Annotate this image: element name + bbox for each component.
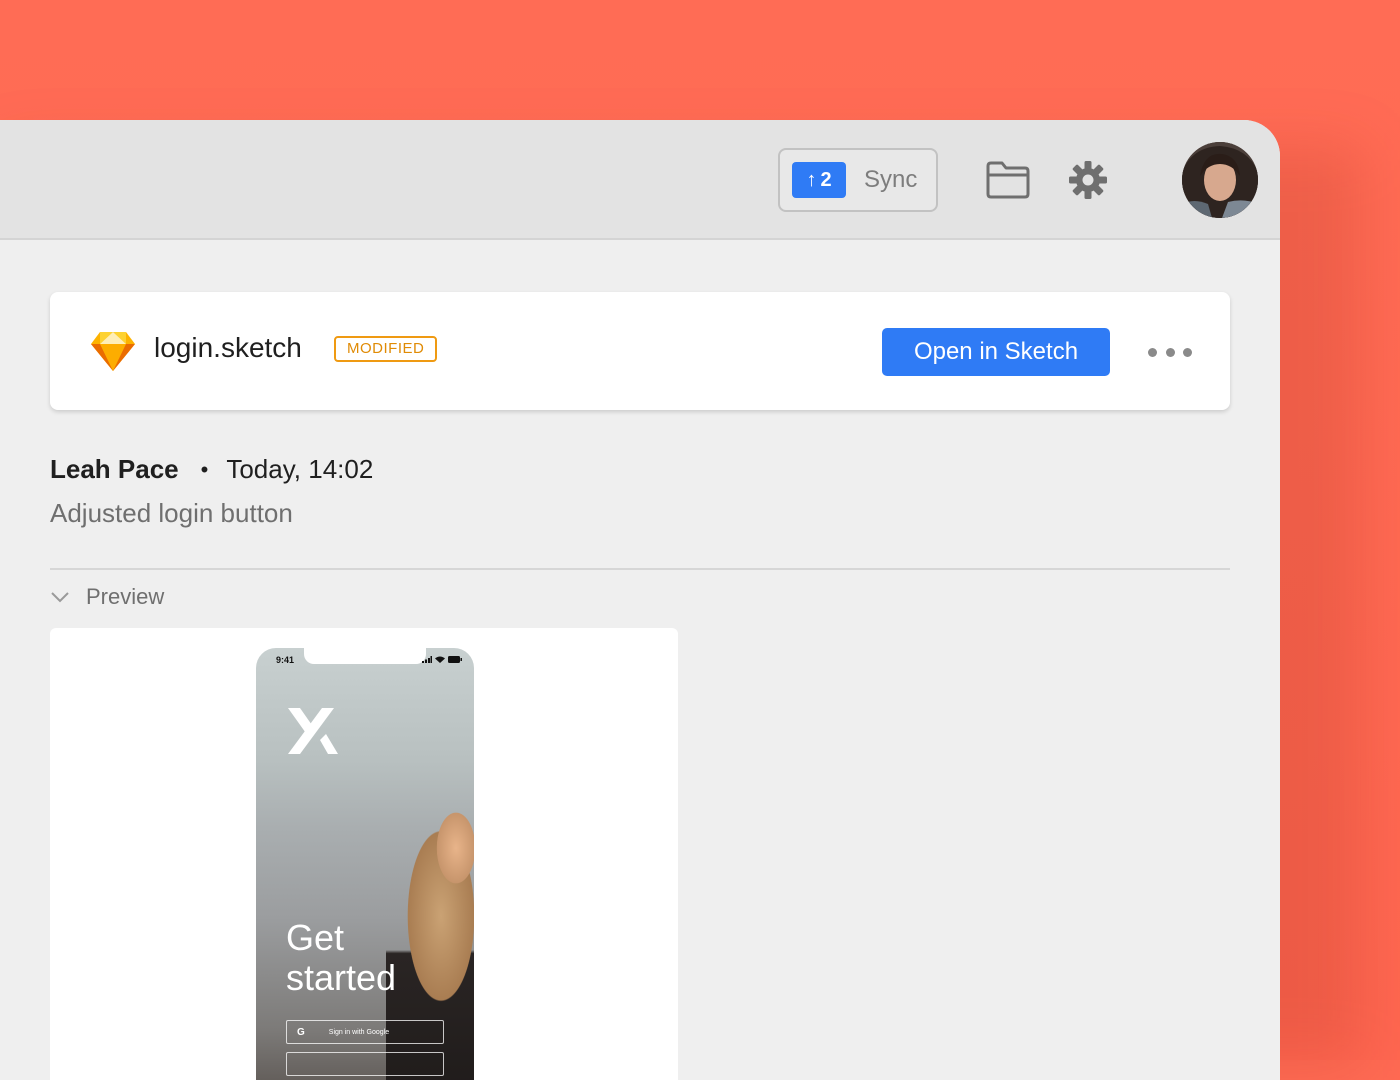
commit-author: Leah Pace (50, 454, 179, 484)
file-card: login.sketch MODIFIED Open in Sketch (50, 292, 1230, 410)
commit-message: Adjusted login button (50, 498, 293, 528)
app-logo-icon (288, 708, 338, 754)
signal-icon (422, 656, 432, 663)
secondary-signin-button (286, 1052, 444, 1076)
avatar-photo (1182, 142, 1258, 218)
sketch-diamond-icon (91, 332, 135, 371)
more-dot-icon (1165, 347, 1175, 357)
gear-icon[interactable] (1068, 160, 1108, 200)
more-options-button[interactable] (1148, 342, 1192, 362)
more-dot-icon (1148, 347, 1157, 357)
status-icons (422, 656, 462, 663)
commit-meta: Leah Pace • Today, 14:02 (50, 454, 373, 485)
preview-label: Preview (86, 584, 165, 609)
preview-headline: Get started (286, 918, 466, 998)
file-name: login.sketch (154, 332, 302, 363)
chevron-down-icon (51, 592, 69, 603)
wifi-icon (435, 656, 445, 663)
pending-count: 2 (820, 168, 832, 191)
user-avatar[interactable] (1182, 142, 1258, 218)
status-badge: MODIFIED (334, 336, 438, 362)
pending-changes-badge: ↑ 2 (792, 162, 846, 198)
status-time: 9:41 (276, 655, 295, 665)
google-signin-button: G Sign in with Google (286, 1020, 444, 1044)
commit-timestamp: Today, 14:02 (226, 454, 374, 484)
preview-panel: 9:41 Get started G Sign in with Google (50, 628, 678, 1080)
upload-arrow-icon: ↑ (806, 168, 817, 191)
google-icon: G (297, 1026, 305, 1038)
section-divider (50, 568, 1230, 570)
sync-button[interactable]: ↑ 2 Sync (778, 148, 938, 212)
open-in-sketch-button[interactable]: Open in Sketch (882, 328, 1110, 376)
preview-toggle[interactable]: Preview (50, 584, 164, 610)
sync-label: Sync (864, 166, 918, 193)
headline-line-2: started (286, 957, 397, 998)
folder-icon[interactable] (985, 160, 1031, 200)
phone-notch (304, 648, 426, 664)
headline-line-1: Get (286, 917, 345, 958)
meta-separator: • (200, 456, 209, 482)
more-dot-icon (1183, 347, 1192, 357)
google-signin-label: Sign in with Google (328, 1028, 390, 1036)
battery-icon (448, 656, 462, 663)
toolbar: ↑ 2 Sync (0, 120, 1280, 240)
app-window: ↑ 2 Sync login.sketch MODIFIED Open in S… (0, 120, 1280, 1080)
artboard-preview[interactable]: 9:41 Get started G Sign in with Google (256, 648, 474, 1080)
